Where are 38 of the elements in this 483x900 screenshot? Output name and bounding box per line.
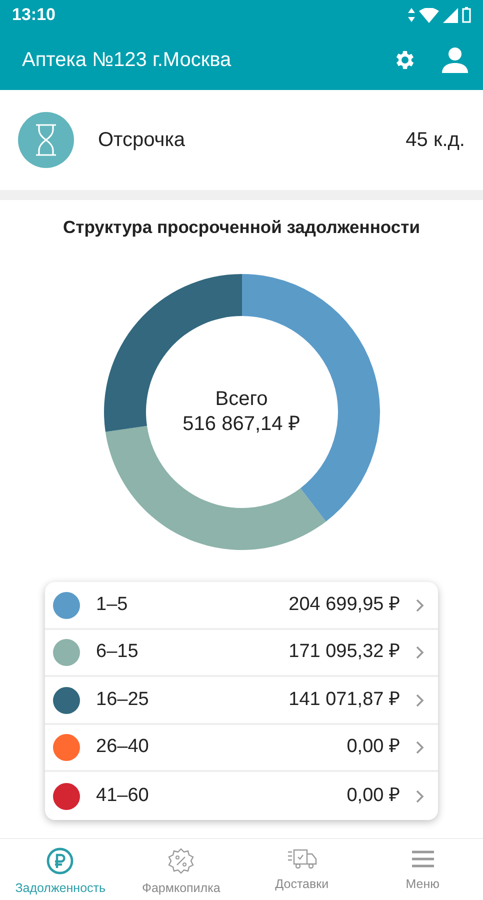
deferral-value: 45 к.д. [406, 128, 465, 153]
total-value: 516 867,14 ₽ [182, 412, 302, 438]
amount-value: 171 095,32 ₽ [288, 640, 400, 664]
amount-value: 141 071,87 ₽ [288, 688, 400, 712]
chevron-icon [416, 790, 424, 802]
chevron-icon [416, 694, 424, 706]
legend-row[interactable]: 16–25 141 071,87 ₽ [45, 677, 438, 725]
legend-row[interactable]: 6–15 171 095,32 ₽ [45, 630, 438, 678]
range-label: 6–15 [96, 640, 140, 664]
chevron-icon [416, 598, 424, 612]
percent-badge-icon [167, 847, 196, 875]
range-label: 16–25 [96, 688, 150, 712]
app-title: Аптека №123 г.Москва [22, 48, 232, 73]
data-arrows-icon [408, 8, 415, 22]
range-label: 41–60 [96, 784, 150, 808]
total-label: Всего [214, 387, 269, 412]
profile-icon[interactable] [441, 46, 469, 74]
chevron-icon [416, 646, 424, 659]
amount-value: 204 699,95 ₽ [288, 592, 400, 617]
legend-row[interactable]: 41–60 0,00 ₽ [45, 772, 438, 820]
chevron-icon [416, 741, 424, 754]
amount-value: 0,00 ₽ [346, 784, 400, 808]
wifi-icon [419, 8, 439, 22]
nav-tab[interactable]: Фармкопилка [120, 839, 242, 900]
nav-tab[interactable]: Доставки [242, 839, 362, 900]
battery-icon [462, 7, 471, 23]
legend-row[interactable]: 26–40 0,00 ₽ [45, 724, 438, 772]
range-label: 1–5 [96, 592, 129, 617]
truck-icon [286, 847, 317, 871]
chart-title: Структура просроченной задолженности [62, 216, 421, 239]
legend-row[interactable]: 1–5 204 699,95 ₽ [45, 582, 438, 630]
nav-tab[interactable]: Меню [362, 839, 483, 900]
range-label: 26–40 [96, 735, 150, 760]
signal-icon [443, 8, 458, 22]
amount-value: 0,00 ₽ [346, 735, 400, 760]
status-time: 13:10 [12, 4, 56, 26]
ruble-icon [46, 847, 74, 875]
deferral-label: Отсрочка [98, 128, 186, 153]
